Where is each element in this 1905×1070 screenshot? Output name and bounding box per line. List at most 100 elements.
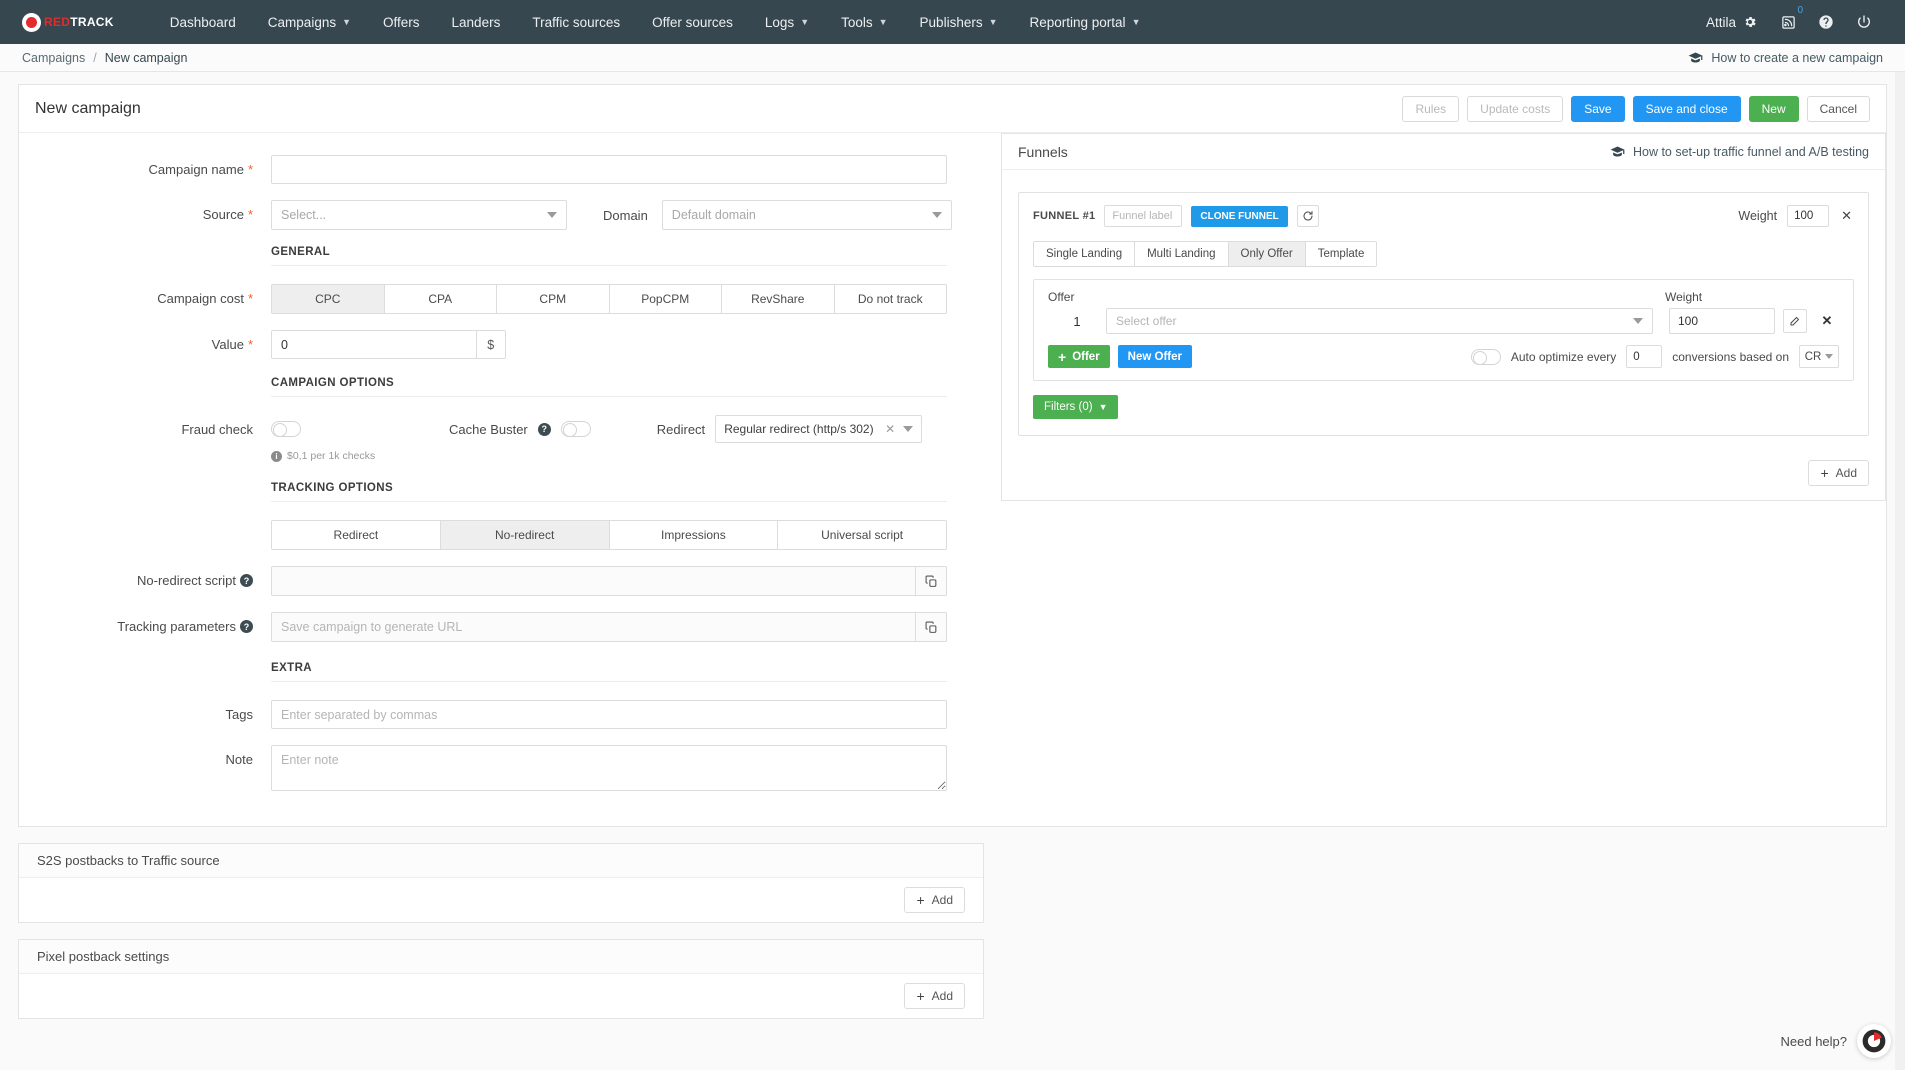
funnel-weight-input[interactable] [1787, 205, 1830, 227]
cache-buster-help-icon[interactable]: ? [537, 422, 551, 436]
page-scrollbar[interactable] [1895, 72, 1905, 1070]
breadcrumb-campaigns[interactable]: Campaigns [22, 51, 85, 65]
offer-weight-input[interactable] [1669, 308, 1775, 334]
cancel-button[interactable]: Cancel [1806, 95, 1870, 122]
funnel-tab-multi-landing[interactable]: Multi Landing [1135, 242, 1229, 266]
auto-optimize-count-input[interactable] [1626, 345, 1663, 368]
no-redirect-script-help-icon[interactable]: ? [240, 574, 253, 587]
new-offer-button[interactable]: New Offer [1117, 345, 1192, 368]
tracking-parameters-row: Tracking parameters ? [19, 612, 985, 642]
page-title: New campaign [35, 99, 141, 117]
nav-item-traffic-sources[interactable]: Traffic sources [516, 0, 636, 44]
cache-buster-toggle[interactable] [560, 421, 591, 437]
need-help-widget[interactable]: Need help? [1781, 1024, 1891, 1058]
nav-item-logs[interactable]: Logs ▼ [749, 0, 825, 44]
copy-tracking-parameters-button[interactable] [916, 612, 947, 642]
no-redirect-script-input[interactable] [271, 566, 917, 596]
cost-option-revshare[interactable]: RevShare [722, 285, 835, 313]
new-button[interactable]: New [1748, 95, 1799, 122]
top-navbar: REDTRACK Dashboard Campaigns ▼ Offers Lan… [0, 0, 1905, 44]
tracking-option-no-redirect[interactable]: No-redirect [440, 521, 610, 549]
nav-item-tools[interactable]: Tools ▼ [825, 0, 903, 44]
main-nav: Dashboard Campaigns ▼ Offers Landers Traf… [154, 0, 1157, 44]
remove-funnel-icon[interactable]: ✕ [1839, 208, 1854, 224]
funnel-help-link[interactable]: How to set-up traffic funnel and A/B tes… [1610, 145, 1869, 159]
auto-optimize-text-after: conversions based on [1672, 349, 1789, 364]
cost-option-popcpm[interactable]: PopCPM [609, 285, 722, 313]
source-select-value: Select... [281, 208, 327, 222]
auto-optimize-group: Auto optimize every conversions based on… [1470, 345, 1839, 368]
required-star: * [247, 337, 253, 352]
offer-select-placeholder: Select offer [1116, 314, 1177, 328]
page-container: New campaign Rules Update costs Save Sav… [0, 72, 1905, 1019]
redtrack-logo[interactable]: REDTRACK [22, 12, 114, 32]
tracking-option-redirect[interactable]: Redirect [272, 521, 441, 549]
add-s2s-postback-button[interactable]: + Add [904, 887, 965, 913]
update-costs-button[interactable]: Update costs [1467, 95, 1564, 122]
nav-item-landers[interactable]: Landers [436, 0, 517, 44]
tracking-mode-segmented: Redirect No-redirect Impressions Univers… [271, 520, 947, 550]
auto-optimize-metric-select[interactable]: CR [1799, 345, 1839, 368]
value-input[interactable] [271, 330, 477, 359]
copy-no-redirect-script-button[interactable] [916, 566, 947, 596]
cost-option-cpc[interactable]: CPC [272, 285, 385, 313]
campaign-name-input[interactable] [271, 155, 947, 184]
add-funnel-button[interactable]: + Add [1808, 460, 1869, 486]
label-text: Campaign cost [157, 291, 244, 306]
edit-offer-button[interactable] [1783, 309, 1807, 333]
help-button[interactable] [1807, 0, 1845, 44]
auto-optimize-metric-value: CR [1804, 350, 1822, 363]
nav-item-publishers[interactable]: Publishers ▼ [904, 0, 1014, 44]
filters-button[interactable]: Filters (0) ▼ [1033, 395, 1119, 419]
domain-select-value: Default domain [671, 208, 756, 222]
clone-funnel-button[interactable]: CLONE FUNNEL [1191, 205, 1288, 227]
cost-option-do-not-track[interactable]: Do not track [834, 285, 946, 313]
add-offer-button[interactable]: + Offer [1048, 345, 1110, 368]
how-to-create-campaign-link[interactable]: How to create a new campaign [1688, 51, 1883, 65]
refresh-funnel-button[interactable] [1296, 205, 1319, 227]
funnel-tab-only-offer[interactable]: Only Offer [1228, 242, 1306, 266]
redirect-select-value: Regular redirect (http/s 302) [724, 422, 874, 436]
funnel-tab-single-landing[interactable]: Single Landing [1034, 242, 1136, 266]
save-and-close-button[interactable]: Save and close [1632, 95, 1741, 122]
value-row: Value* $ [19, 330, 985, 359]
auto-optimize-toggle[interactable] [1470, 348, 1501, 365]
value-label: Value * [19, 330, 271, 352]
nav-item-offer-sources[interactable]: Offer sources [636, 0, 749, 44]
tracking-parameters-input[interactable] [271, 612, 917, 642]
logout-button[interactable] [1845, 0, 1883, 44]
cost-option-cpa[interactable]: CPA [384, 285, 497, 313]
rules-button[interactable]: Rules [1402, 95, 1460, 122]
clear-icon[interactable]: ✕ [885, 422, 903, 436]
note-textarea[interactable] [271, 745, 947, 791]
need-help-button[interactable] [1857, 1024, 1891, 1058]
tracking-parameters-help-icon[interactable]: ? [240, 620, 253, 633]
funnel-type-tabs: Single Landing Multi Landing Only Offer … [1033, 241, 1378, 267]
offer-select[interactable]: Select offer [1106, 308, 1653, 334]
nav-item-offers[interactable]: Offers [367, 0, 436, 44]
redirect-select[interactable]: Regular redirect (http/s 302) ✕ [715, 415, 923, 443]
user-menu[interactable]: Attila [1694, 15, 1769, 30]
funnel-label-input[interactable] [1104, 205, 1183, 227]
nav-item-reporting-portal[interactable]: Reporting portal ▼ [1014, 0, 1157, 44]
fraud-check-toggle[interactable] [271, 421, 301, 437]
funnels-column: Funnels How to set-up traffic funnel and… [1001, 133, 1886, 826]
funnel-tab-template[interactable]: Template [1305, 242, 1377, 266]
tags-input[interactable] [271, 700, 947, 729]
remove-offer-button[interactable]: ✕ [1815, 309, 1839, 333]
nav-item-dashboard[interactable]: Dashboard [154, 0, 252, 44]
tags-label: Tags [19, 700, 271, 722]
save-button[interactable]: Save [1571, 95, 1625, 122]
domain-select[interactable]: Default domain [661, 200, 952, 230]
tracking-option-impressions[interactable]: Impressions [609, 521, 779, 549]
source-select[interactable]: Select... [271, 200, 567, 230]
tracking-option-universal-script[interactable]: Universal script [778, 521, 946, 549]
s2s-postbacks-panel: S2S postbacks to Traffic source + Add [18, 843, 984, 923]
nav-item-campaigns[interactable]: Campaigns ▼ [252, 0, 367, 44]
campaign-name-row: Campaign name * [19, 155, 985, 184]
copy-icon [925, 575, 937, 587]
add-pixel-postback-button[interactable]: + Add [904, 983, 965, 1009]
rss-feed-button[interactable]: 0 [1769, 0, 1807, 44]
plus-icon: + [916, 988, 925, 1004]
cost-option-cpm[interactable]: CPM [497, 285, 610, 313]
